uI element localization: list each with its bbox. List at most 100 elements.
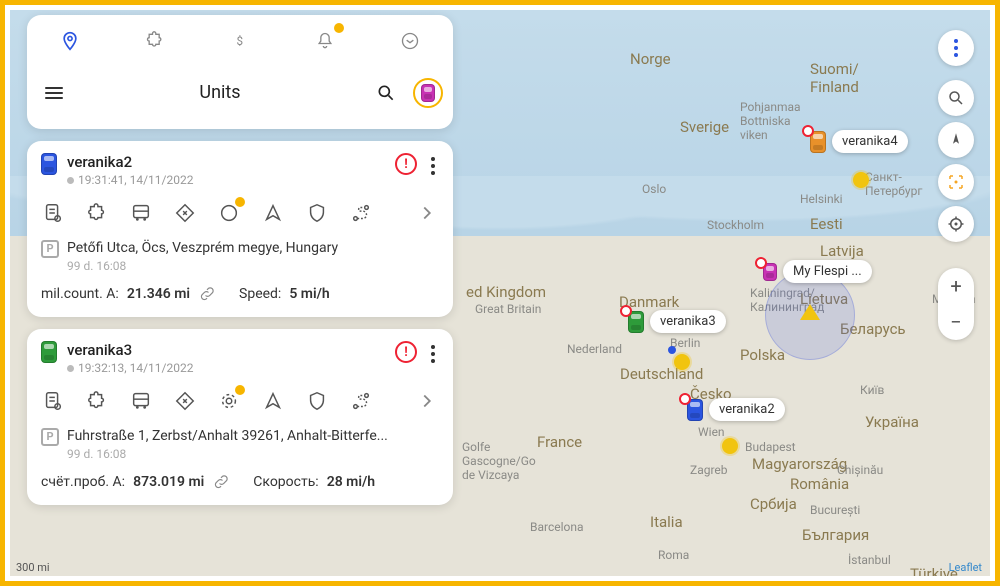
app-frame: NorgeSuomi/ FinlandSverigePohjanmaa Bott…	[0, 0, 1000, 586]
map-dot	[668, 346, 676, 354]
stat-label: mil.count. A:	[41, 286, 119, 302]
parking-icon: P	[41, 428, 59, 446]
unit-action-bus-icon[interactable]	[129, 201, 153, 225]
unit-name: veranika2	[67, 153, 385, 171]
vertical-dots-icon	[954, 39, 958, 57]
map-label: Norge	[630, 50, 671, 68]
unit-action-gps-icon[interactable]	[217, 389, 241, 413]
unit-action-bus-icon[interactable]	[129, 389, 153, 413]
unit-action-route-icon[interactable]	[349, 389, 373, 413]
unit-action-paper-icon[interactable]	[41, 201, 65, 225]
speed-label: Скорость:	[253, 474, 318, 490]
unit-action-puzzle-icon[interactable]	[85, 389, 109, 413]
page-title: Units	[81, 82, 359, 103]
nav-tab-more[interactable]	[368, 15, 453, 67]
stat-value: 21.346 mi	[127, 286, 190, 302]
unit-action-route-icon[interactable]	[349, 201, 373, 225]
map-locate-button[interactable]	[938, 206, 974, 242]
map-dot	[722, 438, 738, 454]
map-attribution[interactable]: Leaflet	[949, 561, 982, 574]
map-dot	[853, 172, 869, 188]
unit-action-shield-icon[interactable]	[305, 389, 329, 413]
map-search-button[interactable]	[938, 80, 974, 116]
unit-expand-button[interactable]	[415, 389, 439, 413]
nav-tab-puzzle[interactable]	[112, 15, 197, 67]
svg-text:$: $	[237, 34, 244, 48]
warning-icon[interactable]: !	[395, 153, 417, 175]
direction-triangle-icon	[800, 304, 820, 320]
unit-timestamp: 19:32:13, 14/11/2022	[67, 361, 385, 375]
avatar-button[interactable]	[413, 78, 443, 108]
speed-value: 28 mi/h	[327, 474, 375, 490]
unit-address-row: P Fuhrstraße 1, Zerbst/Anhalt 39261, Anha…	[41, 427, 439, 461]
marker-label: My Flespi ...	[783, 260, 872, 283]
menu-button[interactable]	[37, 87, 71, 99]
unit-action-diamond-icon[interactable]	[173, 201, 197, 225]
unit-name: veranika3	[67, 341, 385, 359]
nav-tab-billing[interactable]: $	[197, 15, 282, 67]
top-nav: $	[27, 15, 453, 67]
stat-label: счёт.проб. A:	[41, 474, 125, 490]
avatar-car-icon	[421, 84, 435, 102]
marker-label: veranika2	[709, 398, 785, 421]
star-badge	[235, 197, 245, 207]
map-zoom-controls: + −	[938, 268, 974, 340]
puzzle-icon	[145, 31, 165, 51]
map-scale: 300 mi	[16, 561, 50, 574]
locate-icon	[947, 215, 965, 233]
map-marker[interactable]: My Flespi ...	[763, 260, 872, 283]
map-marker[interactable]: veranika2	[687, 398, 785, 421]
search-button[interactable]	[369, 76, 403, 110]
unit-card[interactable]: veranika2 19:31:41, 14/11/2022! P Petőfi Ut…	[27, 141, 453, 317]
link-icon[interactable]	[212, 473, 230, 491]
unit-action-nav-icon[interactable]	[261, 201, 285, 225]
unit-action-shield-icon[interactable]	[305, 201, 329, 225]
parking-icon: P	[41, 240, 59, 258]
stat-value: 873.019 mi	[133, 474, 204, 490]
unit-expand-button[interactable]	[415, 201, 439, 225]
bell-icon	[315, 31, 335, 51]
map-focus-button[interactable]	[938, 164, 974, 200]
map-marker[interactable]: veranika3	[628, 310, 726, 333]
title-bar: Units	[27, 67, 453, 117]
unit-action-diamond-icon[interactable]	[173, 389, 197, 413]
car-icon	[810, 131, 826, 153]
unit-card[interactable]: veranika3 19:32:13, 14/11/2022! P Fuhrstraß…	[27, 329, 453, 505]
car-icon	[628, 311, 644, 333]
unit-timestamp: 19:31:41, 14/11/2022	[67, 173, 385, 187]
left-panel: $ Units v	[27, 15, 453, 517]
unit-address-sub: 99 d. 16:08	[67, 259, 338, 273]
compass-icon	[947, 131, 965, 149]
warning-icon[interactable]: !	[395, 341, 417, 363]
car-icon	[687, 399, 703, 421]
speed-value: 5 mi/h	[289, 286, 329, 302]
unit-address: Petőfi Utca, Öcs, Veszprém megye, Hungar…	[67, 239, 338, 257]
map-compass-button[interactable]	[938, 122, 974, 158]
unit-more-button[interactable]	[427, 153, 439, 179]
unit-action-puzzle-icon[interactable]	[85, 201, 109, 225]
unit-action-nav-icon[interactable]	[261, 389, 285, 413]
crosshair-box-icon	[947, 173, 965, 191]
unit-car-icon	[41, 341, 57, 363]
header-card: $ Units	[27, 15, 453, 129]
unit-address-sub: 99 d. 16:08	[67, 447, 388, 461]
link-icon[interactable]	[198, 285, 216, 303]
unit-action-ball-icon[interactable]	[217, 201, 241, 225]
nav-tab-notifications[interactable]	[283, 15, 368, 67]
search-icon	[947, 89, 965, 107]
nav-tab-location[interactable]	[27, 15, 112, 67]
unit-action-row	[41, 201, 439, 225]
notification-badge	[334, 23, 344, 33]
unit-address-row: P Petőfi Utca, Öcs, Veszprém megye, Hunga…	[41, 239, 439, 273]
unit-more-button[interactable]	[427, 341, 439, 367]
map-menu-button[interactable]	[938, 30, 974, 66]
zoom-in-button[interactable]: +	[938, 268, 974, 304]
zoom-out-button[interactable]: −	[938, 304, 974, 340]
map-label: Pohjanmaa Bottniska viken	[740, 100, 801, 142]
unit-stats: mil.count. A: 21.346 mi Speed: 5 mi/h	[41, 285, 439, 303]
search-icon	[376, 83, 396, 103]
map-marker[interactable]: veranika4	[810, 130, 908, 153]
unit-address: Fuhrstraße 1, Zerbst/Anhalt 39261, Anhal…	[67, 427, 388, 445]
unit-action-row	[41, 389, 439, 413]
unit-action-paper-icon[interactable]	[41, 389, 65, 413]
